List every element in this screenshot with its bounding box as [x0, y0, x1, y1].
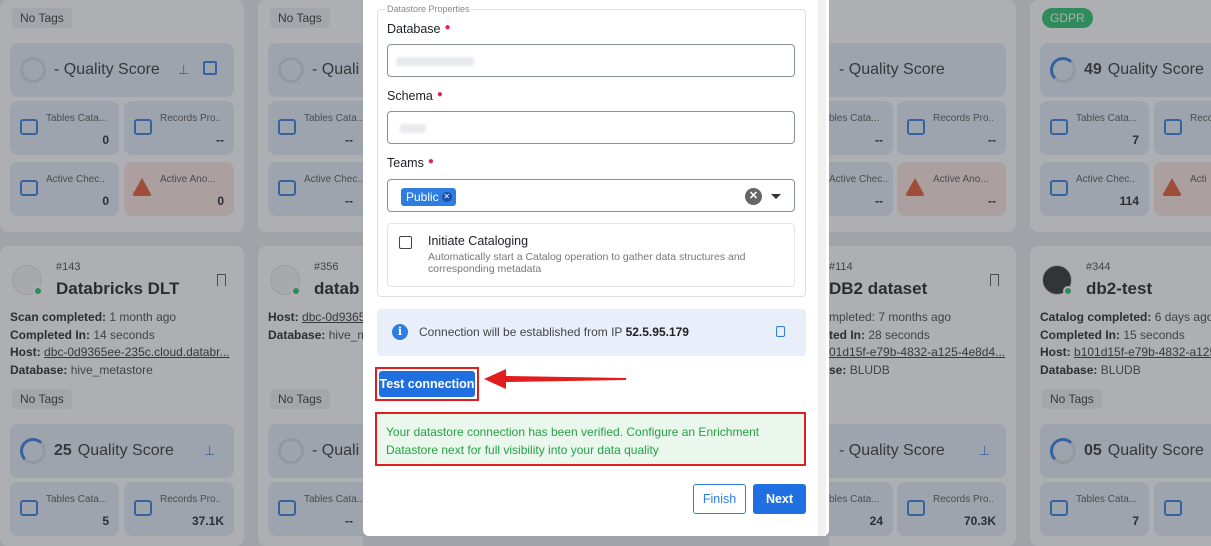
- connection-success-message: Your datastore connection has been verif…: [375, 412, 806, 466]
- remove-chip-icon[interactable]: ✕: [441, 192, 452, 202]
- initiate-cataloging-option[interactable]: Initiate Cataloging Automatically start …: [387, 223, 795, 287]
- test-connection-button[interactable]: Test connection: [379, 371, 475, 397]
- cataloging-description: Automatically start a Catalog operation …: [428, 251, 746, 275]
- connection-ip: 52.5.95.179: [625, 325, 689, 339]
- cataloging-title: Initiate Cataloging: [428, 234, 529, 248]
- database-input[interactable]: [387, 44, 795, 77]
- info-icon: i: [392, 324, 408, 340]
- copy-icon[interactable]: [776, 326, 785, 337]
- test-connection-highlight: Test connection: [375, 367, 479, 401]
- cataloging-checkbox[interactable]: [399, 236, 412, 249]
- clear-icon[interactable]: ✕: [745, 188, 762, 205]
- fieldset-legend: Datastore Properties: [385, 4, 472, 14]
- finish-button[interactable]: Finish: [693, 484, 746, 514]
- teams-select[interactable]: Public ✕ ✕: [387, 179, 795, 212]
- connection-info-banner: i Connection will be established from IP…: [377, 309, 806, 356]
- annotation-arrow-icon: [484, 369, 626, 389]
- database-label: Database ●: [387, 22, 451, 36]
- team-chip-public[interactable]: Public ✕: [401, 188, 456, 206]
- schema-label: Schema ●: [387, 89, 443, 103]
- redacted-value: [396, 57, 474, 66]
- schema-input[interactable]: [387, 111, 795, 144]
- modal-scrollbar[interactable]: [818, 0, 826, 536]
- teams-label: Teams ●: [387, 156, 434, 170]
- connection-info-text: Connection will be established from IP: [419, 325, 623, 339]
- chevron-down-icon[interactable]: [771, 194, 781, 199]
- redacted-value: [400, 124, 426, 133]
- next-button[interactable]: Next: [753, 484, 806, 514]
